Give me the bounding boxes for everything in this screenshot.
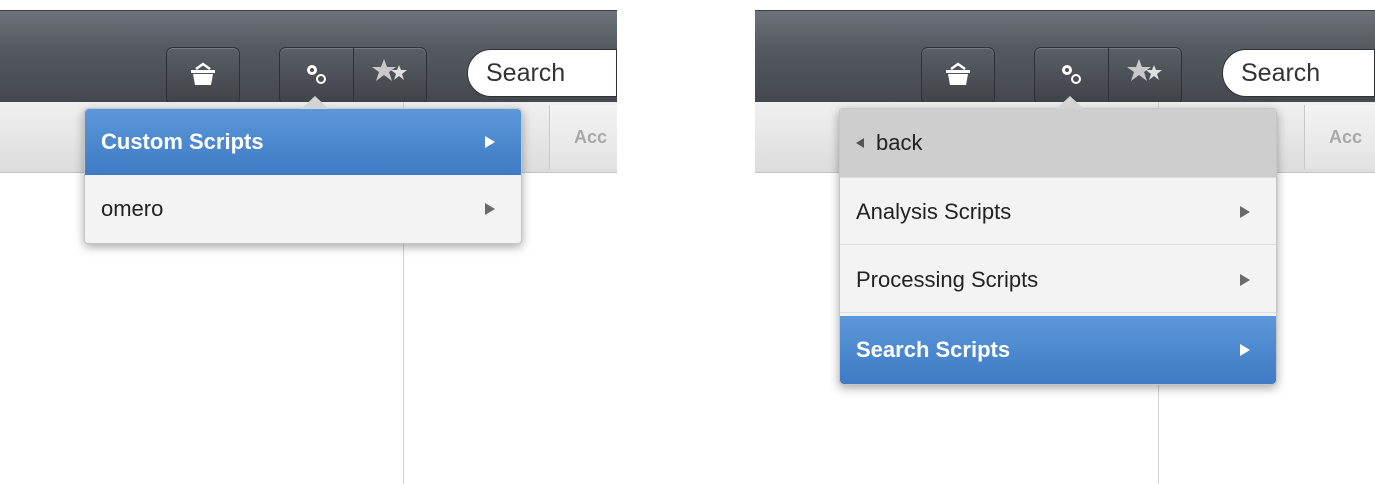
menu-item-label: omero — [101, 196, 164, 221]
menu-item-omero[interactable]: omero — [85, 176, 521, 242]
stars-icon — [370, 57, 410, 96]
left-screenshot: Search Acc Custom Scripts omero — [0, 0, 617, 484]
basket-icon — [188, 61, 218, 92]
chevron-right-icon — [1240, 273, 1250, 286]
menu-item-processing-scripts[interactable]: Processing Scripts — [840, 247, 1276, 313]
favorites-button[interactable] — [1107, 48, 1182, 104]
search-placeholder: Search — [486, 59, 566, 87]
tab-acquisition[interactable]: Acc — [1304, 105, 1375, 169]
tab-label: Acc — [574, 127, 608, 147]
right-screenshot: Search Acc back Analysis Scripts Process… — [755, 0, 1375, 484]
favorites-button[interactable] — [352, 48, 427, 104]
menu-back-button[interactable]: back — [840, 109, 1276, 178]
back-triangle-icon — [856, 138, 864, 148]
search-input[interactable]: Search — [467, 49, 617, 97]
chevron-right-icon — [485, 136, 495, 148]
toolbar: Search — [755, 10, 1375, 105]
search-input[interactable]: Search — [1222, 49, 1375, 97]
menu-item-label: Analysis Scripts — [856, 198, 1012, 224]
menu-item-analysis-scripts[interactable]: Analysis Scripts — [840, 179, 1276, 245]
stars-icon — [1125, 57, 1165, 96]
basket-icon — [943, 61, 973, 92]
back-label: back — [876, 130, 923, 155]
chevron-right-icon — [485, 203, 495, 215]
menu-item-search-scripts[interactable]: Search Scripts — [840, 316, 1276, 384]
menu-item-label: Custom Scripts — [101, 129, 264, 154]
basket-button[interactable] — [166, 47, 240, 105]
tab-label: Acc — [1329, 127, 1363, 147]
gears-icon — [301, 61, 331, 92]
chevron-right-icon — [1240, 344, 1250, 356]
chevron-right-icon — [1240, 205, 1250, 218]
toolbar: Search — [0, 10, 617, 105]
basket-button[interactable] — [921, 47, 995, 105]
menu-pointer — [1055, 96, 1085, 110]
scripts-menu: Custom Scripts omero — [84, 96, 522, 244]
menu-item-custom-scripts[interactable]: Custom Scripts — [85, 109, 521, 175]
menu-pointer — [300, 96, 330, 110]
search-placeholder: Search — [1241, 59, 1321, 87]
menu-item-label: Search Scripts — [856, 337, 1011, 362]
scripts-submenu: back Analysis Scripts Processing Scripts… — [839, 96, 1277, 385]
tab-acquisition[interactable]: Acc — [549, 105, 617, 169]
menu-item-label: Processing Scripts — [856, 266, 1039, 292]
gears-icon — [1056, 61, 1086, 92]
